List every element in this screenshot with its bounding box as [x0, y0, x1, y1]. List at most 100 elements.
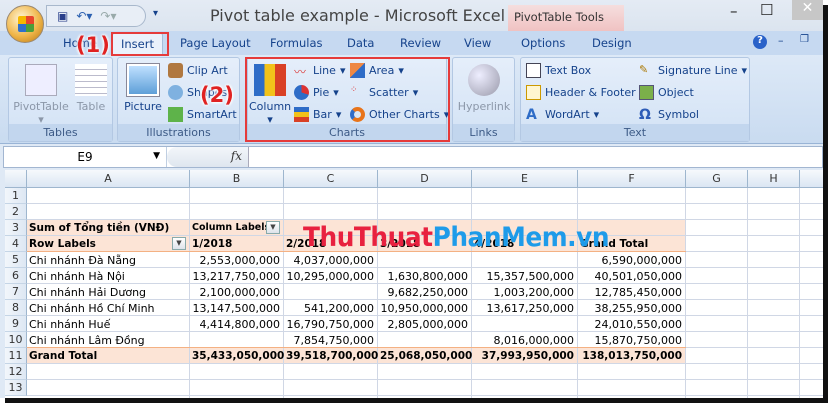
value-cell[interactable]: 15,357,500,000 [474, 268, 578, 284]
hyperlink-button[interactable]: Hyperlink [455, 64, 513, 113]
row-header[interactable]: 4 [5, 236, 27, 252]
grand-total-cell[interactable]: 138,013,750,000 [580, 348, 686, 364]
row-header[interactable]: 11 [5, 348, 27, 364]
select-all-corner[interactable] [5, 170, 27, 188]
value-cell[interactable] [192, 332, 284, 348]
row-label-cell[interactable]: Chi nhánh Đà Nẵng [29, 252, 190, 268]
value-cell[interactable]: 38,255,950,000 [580, 300, 686, 316]
insert-function-button[interactable]: fx [167, 147, 249, 167]
value-cell[interactable]: 13,147,500,000 [192, 300, 284, 316]
value-cell[interactable]: 9,682,250,000 [380, 284, 472, 300]
value-cell[interactable]: 15,870,750,000 [580, 332, 686, 348]
row-header[interactable]: 7 [5, 284, 27, 300]
minimize-icon[interactable]: – [730, 2, 738, 20]
value-cell[interactable]: 8,016,000,000 [474, 332, 578, 348]
tab-review[interactable]: Review [400, 36, 441, 50]
grand-total-cell[interactable]: 39,518,700,000 [286, 348, 378, 364]
object-button[interactable]: Object [639, 85, 694, 100]
formula-input[interactable] [250, 147, 822, 167]
value-cell[interactable]: 10,950,000,000 [380, 300, 472, 316]
tab-options[interactable]: Options [521, 36, 565, 50]
column-header[interactable]: B [190, 170, 284, 188]
text-box-button[interactable]: Text Box [526, 63, 591, 78]
row-label-cell[interactable]: Chi nhánh Hà Nội [29, 268, 190, 284]
table-button[interactable]: Table [71, 64, 111, 113]
header-footer-button[interactable]: Header & Footer [526, 85, 636, 100]
clip-art-button[interactable]: Clip Art [168, 63, 228, 78]
grand-total-label[interactable]: Grand Total [29, 348, 190, 364]
row-header[interactable]: 13 [5, 380, 27, 396]
office-button[interactable] [6, 5, 44, 43]
tab-view[interactable]: View [464, 36, 491, 50]
row-header[interactable]: 6 [5, 268, 27, 284]
column-header[interactable]: E [472, 170, 578, 188]
grand-total-cell[interactable]: 25,068,050,000 [380, 348, 472, 364]
value-cell[interactable]: 13,217,750,000 [192, 268, 284, 284]
value-cell[interactable]: 10,295,000,000 [286, 268, 378, 284]
value-cell[interactable] [474, 252, 578, 268]
tab-data[interactable]: Data [347, 36, 374, 50]
row-header[interactable]: 3 [5, 220, 27, 236]
column-header[interactable]: G [686, 170, 748, 188]
value-cell[interactable]: 24,010,550,000 [580, 316, 686, 332]
restore-window-icon[interactable]: ❐ [800, 34, 809, 45]
row-header[interactable]: 12 [5, 364, 27, 380]
save-icon[interactable]: ▣ [57, 9, 68, 23]
pivot-column-header[interactable]: 1/2018 [192, 236, 284, 252]
pivot-row-labels[interactable]: Row Labels [29, 236, 190, 252]
row-header[interactable]: 8 [5, 300, 27, 316]
column-header[interactable]: D [378, 170, 472, 188]
pivottable-button[interactable]: PivotTable ▾ [11, 64, 71, 126]
close-icon[interactable]: ✕ [792, 0, 823, 20]
value-cell[interactable] [286, 284, 378, 300]
maximize-icon[interactable]: ☐ [760, 1, 773, 19]
value-cell[interactable]: 40,501,050,000 [580, 268, 686, 284]
row-label-cell[interactable]: Chi nhánh Huế [29, 316, 190, 332]
value-cell[interactable]: 1,003,200,000 [474, 284, 578, 300]
column-labels-filter-dropdown[interactable]: ▼ [266, 221, 280, 234]
value-cell[interactable]: 16,790,750,000 [286, 316, 378, 332]
value-cell[interactable]: 7,854,750,000 [286, 332, 378, 348]
value-cell[interactable] [380, 252, 472, 268]
grand-total-cell[interactable]: 37,993,950,000 [474, 348, 578, 364]
row-header[interactable]: 10 [5, 332, 27, 348]
picture-button[interactable]: Picture [121, 63, 165, 113]
value-cell[interactable]: 4,037,000,000 [286, 252, 378, 268]
value-cell[interactable]: 2,805,000,000 [380, 316, 472, 332]
value-cell[interactable]: 12,785,450,000 [580, 284, 686, 300]
column-header[interactable]: C [284, 170, 378, 188]
value-cell[interactable]: 1,630,800,000 [380, 268, 472, 284]
value-cell[interactable]: 13,617,250,000 [474, 300, 578, 316]
value-cell[interactable] [380, 332, 472, 348]
value-cell[interactable]: 2,553,000,000 [192, 252, 284, 268]
tab-page-layout[interactable]: Page Layout [180, 36, 251, 50]
row-label-cell[interactable]: Chi nhánh Hải Dương [29, 284, 190, 300]
tab-formulas[interactable]: Formulas [270, 36, 323, 50]
column-header[interactable]: H [748, 170, 800, 188]
undo-icon[interactable]: ↶▾ [76, 9, 92, 23]
wordart-button[interactable]: A WordArt ▾ [526, 107, 599, 123]
row-header[interactable]: 1 [5, 188, 27, 204]
customize-qat-icon[interactable]: ▾ [153, 8, 158, 19]
help-icon[interactable]: ? [753, 35, 767, 49]
value-cell[interactable]: 6,590,000,000 [580, 252, 686, 268]
value-cell[interactable] [474, 316, 578, 332]
row-label-cell[interactable]: Chi nhánh Hồ Chí Minh [29, 300, 190, 316]
row-header[interactable]: 5 [5, 252, 27, 268]
smartart-button[interactable]: SmartArt [168, 107, 237, 122]
ribbon-minimize-icon[interactable]: – [778, 34, 784, 47]
pivot-value-label[interactable]: Sum of Tổng tiền (VNĐ) [29, 220, 190, 236]
column-header[interactable] [800, 170, 823, 188]
name-box-dropdown-icon[interactable]: ▼ [153, 151, 160, 161]
value-cell[interactable]: 4,414,800,000 [192, 316, 284, 332]
row-label-cell[interactable]: Chi nhánh Lâm Đồng [29, 332, 190, 348]
row-labels-filter-dropdown[interactable]: ▼ [172, 237, 186, 250]
column-header[interactable]: A [27, 170, 190, 188]
value-cell[interactable]: 2,100,000,000 [192, 284, 284, 300]
row-header[interactable]: 2 [5, 204, 27, 220]
tab-design[interactable]: Design [592, 36, 632, 50]
redo-icon[interactable]: ↷▾ [100, 9, 116, 23]
row-header[interactable]: 9 [5, 316, 27, 332]
column-header[interactable]: F [578, 170, 686, 188]
symbol-button[interactable]: Ω Symbol [639, 107, 699, 123]
